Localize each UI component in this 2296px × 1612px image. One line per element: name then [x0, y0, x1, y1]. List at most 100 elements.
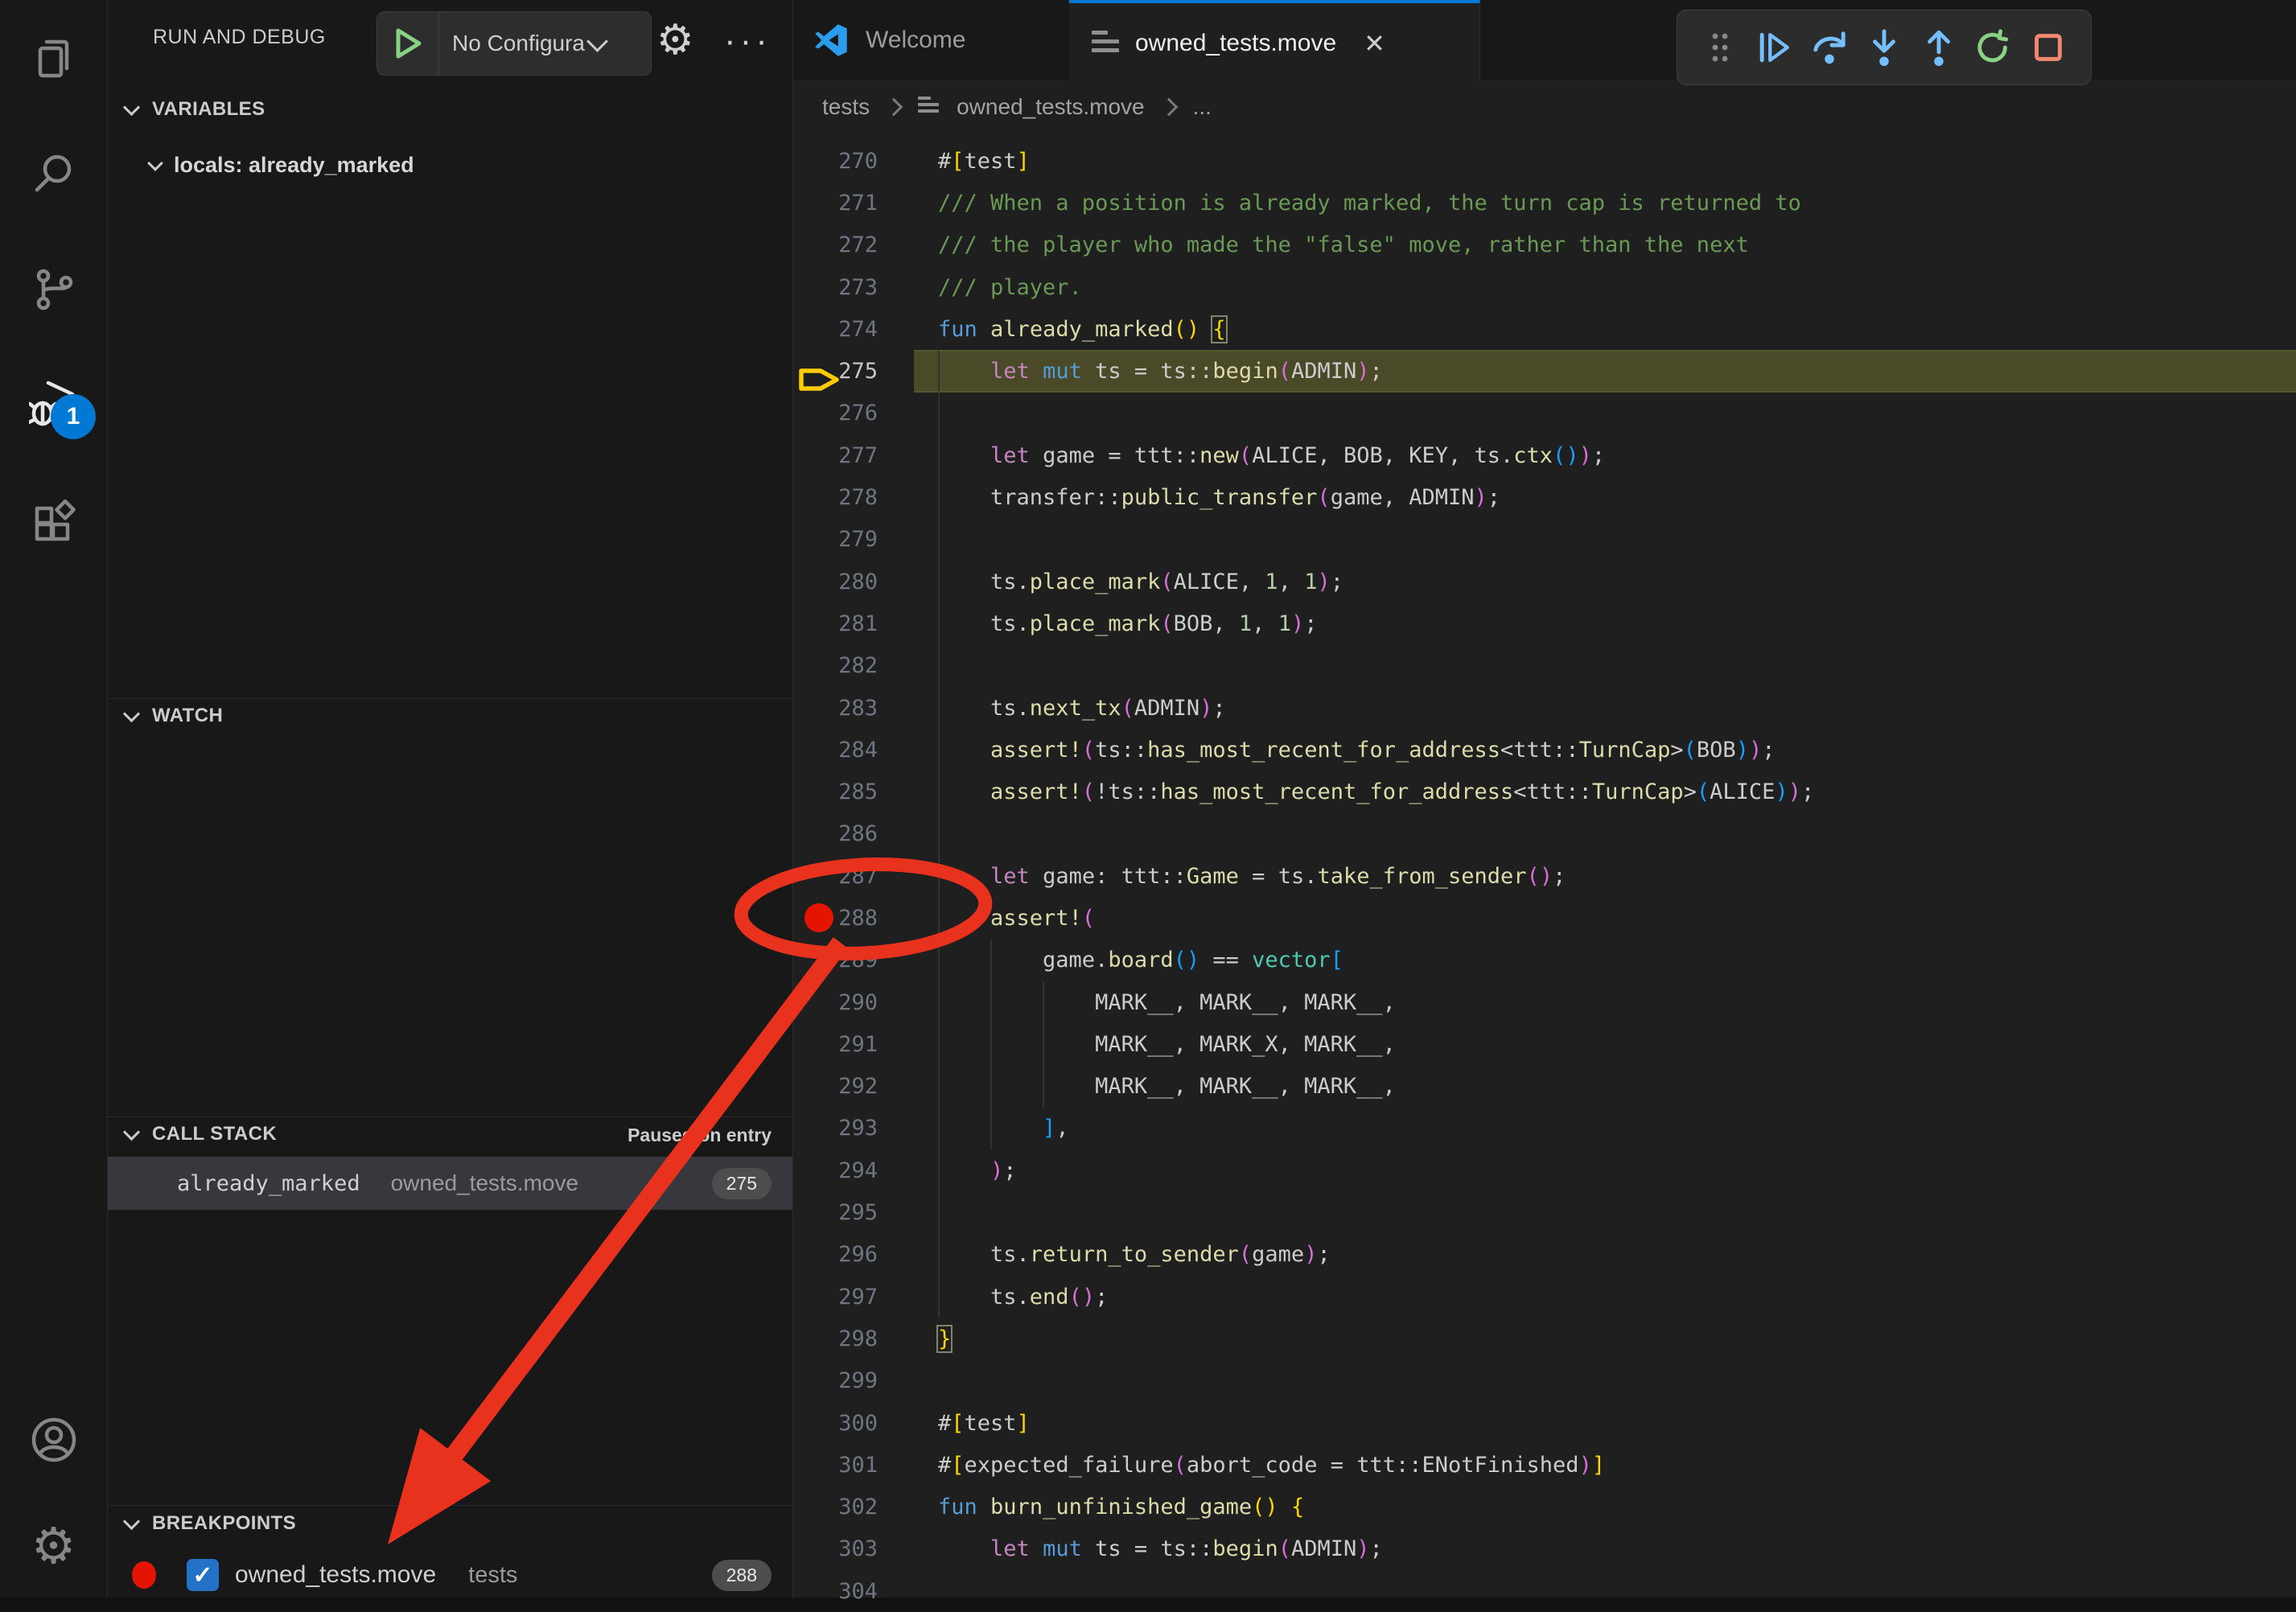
code-line[interactable]: 279 [793, 519, 2296, 561]
code-line[interactable]: 285 assert!(!ts::has_most_recent_for_add… [793, 771, 2296, 812]
continue-icon[interactable] [1756, 29, 1793, 66]
line-number[interactable]: 300 [793, 1411, 914, 1436]
more-actions-icon[interactable]: ··· [724, 21, 772, 61]
code-line[interactable]: 304 [793, 1570, 2296, 1612]
code-line[interactable]: 280 ts.place_mark(ALICE, 1, 1); [793, 561, 2296, 602]
code-line[interactable]: 291 MARK__, MARK_X, MARK__, [793, 1023, 2296, 1065]
code-line[interactable]: 278 transfer::public_transfer(game, ADMI… [793, 476, 2296, 518]
code-line[interactable]: 276 [793, 393, 2296, 434]
line-number[interactable]: 280 [793, 570, 914, 594]
breadcrumb-file[interactable]: owned_tests.move [957, 94, 1144, 120]
line-number[interactable]: 285 [793, 779, 914, 804]
line-number[interactable]: 289 [793, 948, 914, 973]
close-icon[interactable]: ✕ [1364, 28, 1385, 59]
line-number[interactable]: 294 [793, 1158, 914, 1183]
code-line[interactable]: 281 ts.place_mark(BOB, 1, 1); [793, 602, 2296, 644]
line-number[interactable]: 299 [793, 1368, 914, 1393]
code-editor[interactable]: 270#[test]271/// When a position is alre… [793, 133, 2296, 1598]
line-number[interactable]: 303 [793, 1536, 914, 1561]
run-and-debug-icon[interactable]: 1 [0, 360, 107, 449]
line-number[interactable]: 291 [793, 1032, 914, 1057]
code-line[interactable]: 301#[expected_failure(abort_code = ttt::… [793, 1444, 2296, 1486]
code-line[interactable]: 302fun burn_unfinished_game() { [793, 1487, 2296, 1528]
code-line[interactable]: 275 let mut ts = ts::begin(ADMIN); [793, 350, 2296, 392]
line-number[interactable]: 276 [793, 401, 914, 426]
line-number[interactable]: 278 [793, 485, 914, 510]
code-line[interactable]: 295 [793, 1191, 2296, 1233]
tab-welcome[interactable]: Welcome [793, 0, 1070, 80]
code-line[interactable]: 271/// When a position is already marked… [793, 182, 2296, 224]
call-stack-frame-row[interactable]: already_marked owned_tests.move 275 [108, 1157, 792, 1210]
section-breakpoints[interactable]: BREAKPOINTS [125, 1512, 296, 1535]
line-number[interactable]: 290 [793, 990, 914, 1015]
line-number[interactable]: 295 [793, 1200, 914, 1225]
debug-settings-gear-icon[interactable]: ⚙ [656, 19, 694, 61]
line-number[interactable]: 273 [793, 275, 914, 300]
extensions-icon[interactable] [0, 476, 107, 565]
code-line[interactable]: 273/// player. [793, 266, 2296, 308]
line-number[interactable]: 298 [793, 1326, 914, 1351]
start-debugging-icon[interactable] [377, 12, 439, 75]
tab-owned-tests-move[interactable]: owned_tests.move ✕ [1069, 0, 1480, 84]
breakpoint-dot-icon[interactable] [804, 903, 833, 932]
code-line[interactable]: 299 [793, 1360, 2296, 1402]
line-number[interactable]: 288 [793, 906, 914, 931]
section-variables[interactable]: VARIABLES [125, 98, 265, 121]
code-line[interactable]: 274fun already_marked() { [793, 308, 2296, 350]
code-line[interactable]: 286 [793, 813, 2296, 855]
code-line[interactable]: 290 MARK__, MARK__, MARK__, [793, 981, 2296, 1023]
line-number[interactable]: 287 [793, 864, 914, 889]
variables-locals-scope[interactable]: locals: already_marked [150, 153, 414, 178]
line-number[interactable]: 304 [793, 1579, 914, 1604]
line-number[interactable]: 279 [793, 527, 914, 552]
debug-config-dropdown[interactable]: No Configura [376, 11, 652, 76]
explorer-icon[interactable] [0, 14, 107, 103]
code-line[interactable]: 287 let game: ttt::Game = ts.take_from_s… [793, 855, 2296, 897]
step-out-icon[interactable] [1920, 29, 1957, 66]
line-number[interactable]: 272 [793, 232, 914, 257]
step-over-icon[interactable] [1811, 29, 1848, 66]
code-line[interactable]: 292 MARK__, MARK__, MARK__, [793, 1066, 2296, 1108]
code-line[interactable]: 283 ts.next_tx(ADMIN); [793, 687, 2296, 729]
code-line[interactable]: 297 ts.end(); [793, 1276, 2296, 1318]
account-icon[interactable] [0, 1396, 107, 1484]
code-line[interactable]: 270#[test] [793, 140, 2296, 182]
line-number[interactable]: 271 [793, 191, 914, 216]
code-line[interactable]: 298} [793, 1318, 2296, 1359]
breakpoint-checkbox[interactable]: ✓ [187, 1559, 219, 1591]
code-line[interactable]: 294 ); [793, 1149, 2296, 1191]
line-number[interactable]: 275 [793, 359, 914, 384]
breadcrumb-more[interactable]: ... [1193, 94, 1212, 120]
code-line[interactable]: 288 assert!( [793, 897, 2296, 939]
line-number[interactable]: 282 [793, 653, 914, 678]
code-line[interactable]: 289 game.board() == vector[ [793, 940, 2296, 981]
line-number[interactable]: 292 [793, 1074, 914, 1099]
line-number[interactable]: 281 [793, 611, 914, 636]
line-number[interactable]: 283 [793, 696, 914, 721]
line-number[interactable]: 277 [793, 443, 914, 468]
section-call-stack[interactable]: CALL STACK [125, 1123, 277, 1145]
breakpoint-list-item[interactable]: ✓ owned_tests.move tests 288 [108, 1551, 792, 1599]
line-number[interactable]: 270 [793, 149, 914, 174]
code-line[interactable]: 303 let mut ts = ts::begin(ADMIN); [793, 1528, 2296, 1570]
code-line[interactable]: 296 ts.return_to_sender(game); [793, 1234, 2296, 1276]
code-line[interactable]: 277 let game = ttt::new(ALICE, BOB, KEY,… [793, 434, 2296, 476]
code-line[interactable]: 282 [793, 645, 2296, 687]
line-number[interactable]: 297 [793, 1285, 914, 1310]
drag-handle-icon[interactable] [1701, 29, 1738, 66]
source-control-icon[interactable] [0, 245, 107, 334]
restart-icon[interactable] [1975, 29, 2012, 66]
section-watch[interactable]: WATCH [125, 705, 223, 727]
line-number[interactable]: 301 [793, 1453, 914, 1478]
search-icon[interactable] [0, 130, 107, 219]
line-number[interactable]: 284 [793, 738, 914, 763]
settings-gear-icon[interactable]: ⚙ [0, 1503, 107, 1591]
line-number[interactable]: 286 [793, 821, 914, 846]
line-number[interactable]: 274 [793, 317, 914, 342]
code-line[interactable]: 272/// the player who made the "false" m… [793, 224, 2296, 266]
code-line[interactable]: 293 ], [793, 1108, 2296, 1149]
code-line[interactable]: 284 assert!(ts::has_most_recent_for_addr… [793, 729, 2296, 771]
line-number[interactable]: 302 [793, 1495, 914, 1519]
line-number[interactable]: 296 [793, 1242, 914, 1267]
breadcrumb-folder[interactable]: tests [822, 94, 870, 120]
